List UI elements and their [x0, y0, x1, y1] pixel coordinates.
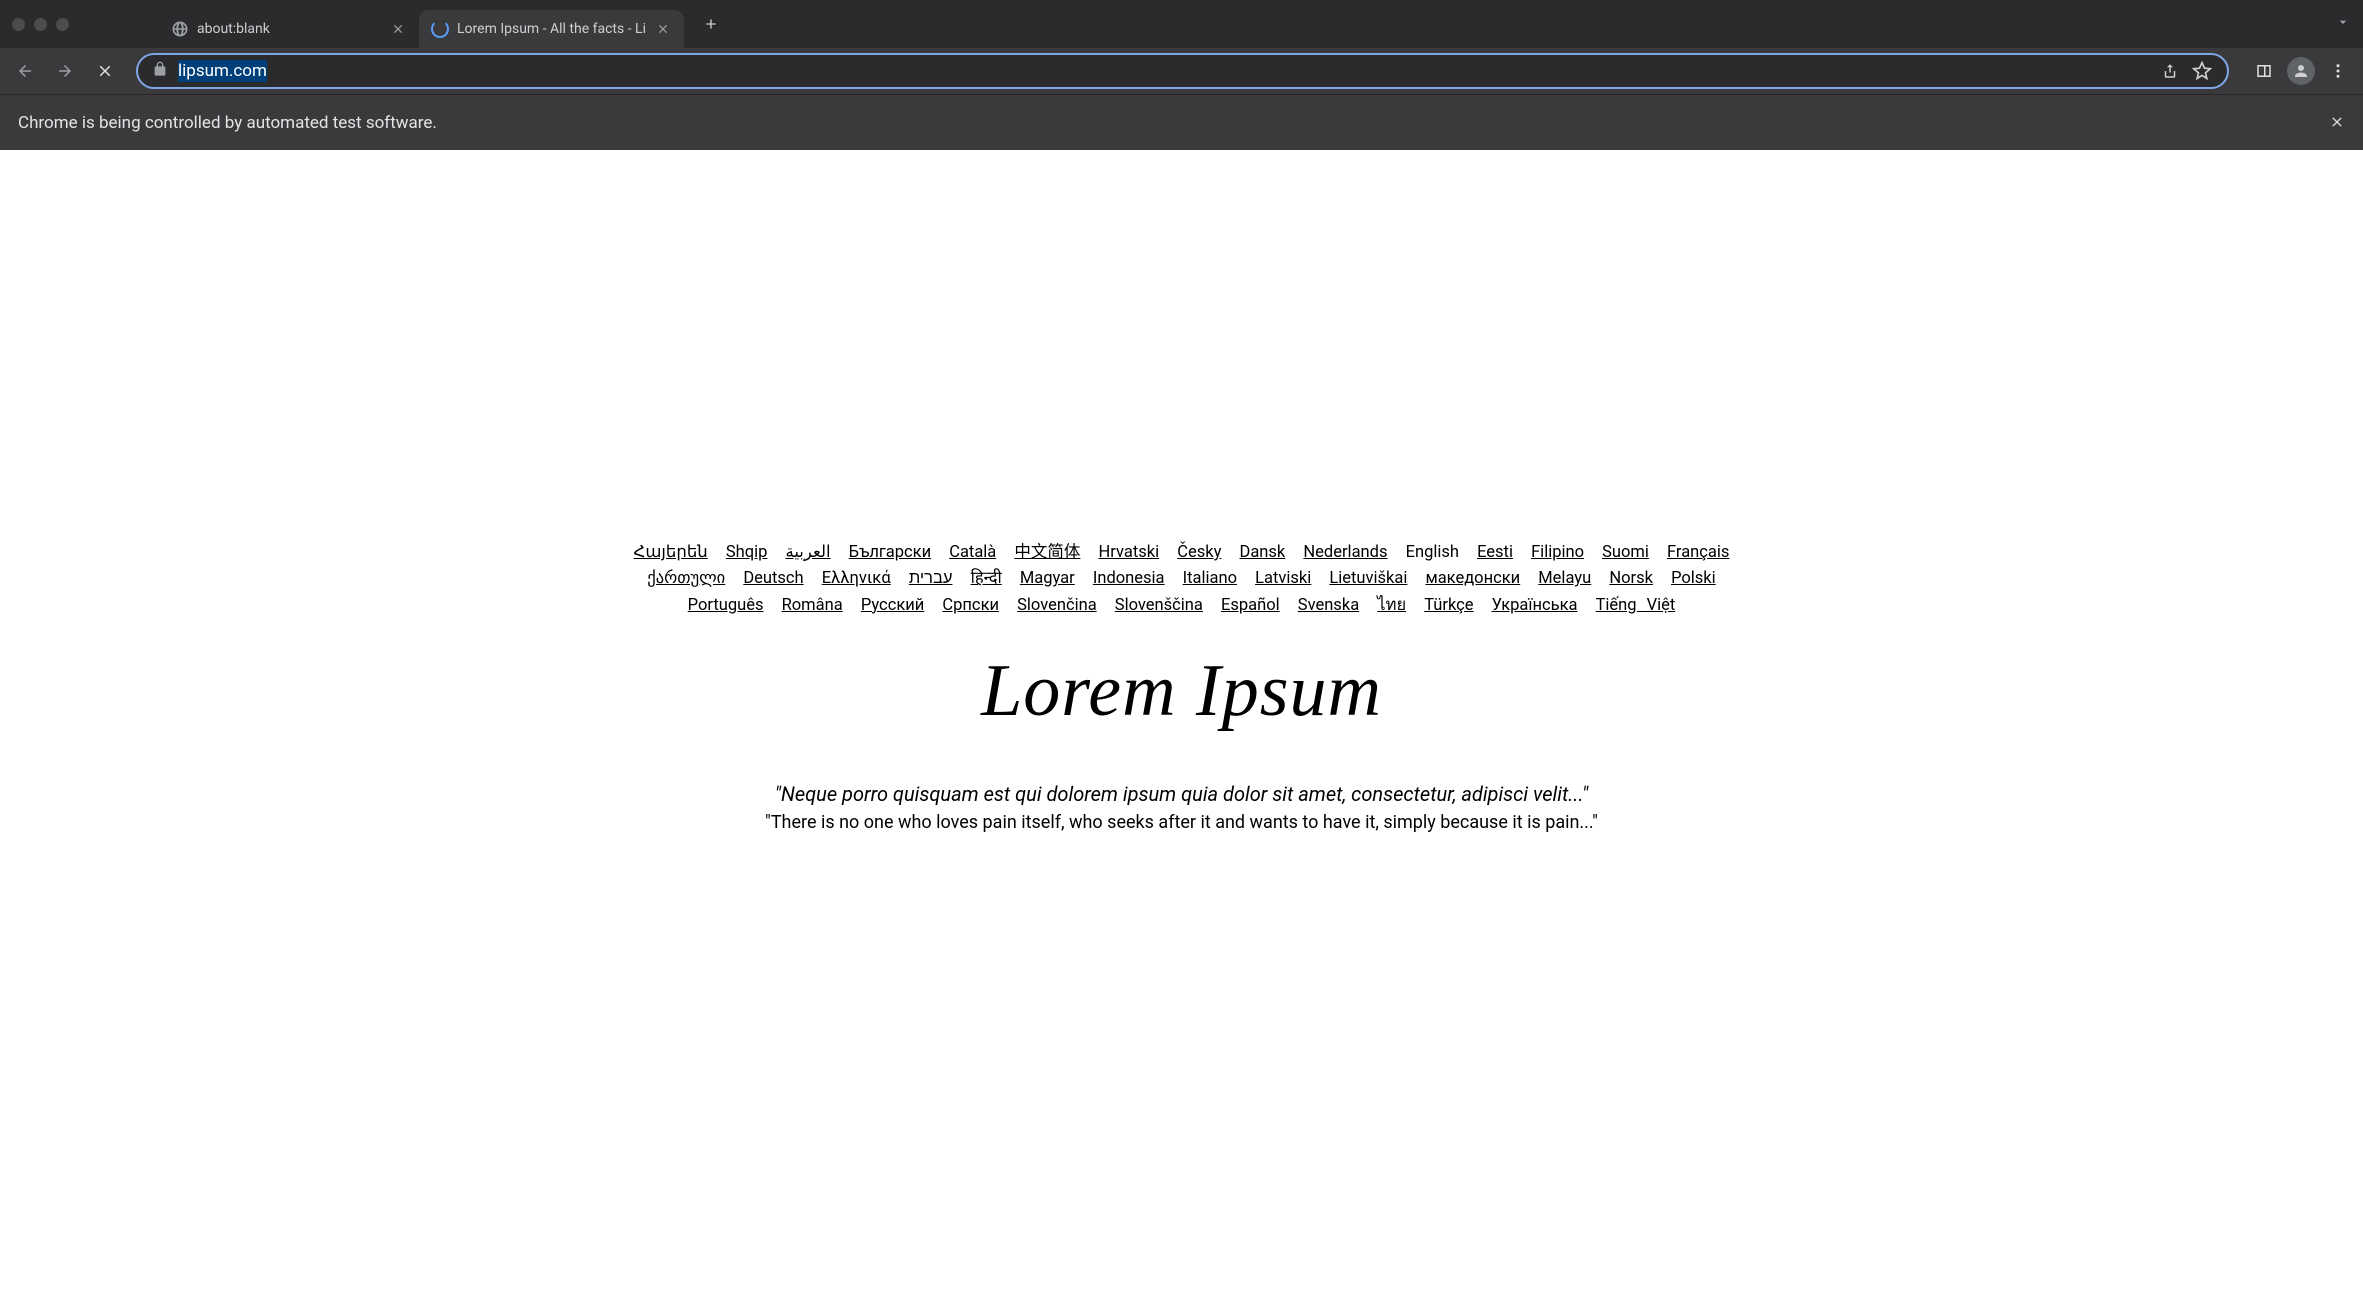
language-link[interactable]: Eesti: [1477, 543, 1513, 562]
language-link[interactable]: Magyar: [1020, 569, 1075, 588]
language-link[interactable]: Româna: [782, 596, 843, 615]
language-link[interactable]: Polski: [1671, 569, 1716, 588]
profile-button[interactable]: [2287, 57, 2315, 85]
lock-icon[interactable]: [152, 61, 168, 81]
language-link[interactable]: Latviski: [1255, 569, 1311, 588]
tab-title: Lorem Ipsum - All the facts - Li: [457, 21, 646, 37]
quote-english: "There is no one who loves pain itself, …: [582, 812, 1782, 833]
language-link[interactable]: Česky: [1177, 543, 1221, 562]
new-tab-button[interactable]: [696, 9, 726, 39]
language-link[interactable]: Norsk: [1609, 569, 1653, 588]
toolbar: lipsum.com: [0, 48, 2363, 94]
page-title: Lorem Ipsum: [582, 649, 1782, 734]
language-link[interactable]: Deutsch: [743, 569, 803, 588]
language-list: Հայերեն Shqip العربية Български Català 中…: [582, 540, 1782, 619]
tab-overflow-button[interactable]: [2329, 8, 2357, 40]
tab-title: about:blank: [197, 21, 381, 37]
tab-lorem-ipsum[interactable]: Lorem Ipsum - All the facts - Li: [419, 10, 684, 48]
language-link[interactable]: Español: [1221, 596, 1280, 615]
bookmark-star-icon[interactable]: [2191, 61, 2213, 81]
language-link[interactable]: Suomi: [1602, 543, 1649, 562]
language-link[interactable]: Slovenčina: [1017, 596, 1097, 615]
close-icon[interactable]: [654, 20, 672, 38]
forward-button[interactable]: [48, 54, 82, 88]
language-link[interactable]: Українська: [1492, 596, 1578, 615]
language-link[interactable]: Filipino: [1531, 543, 1584, 562]
close-icon[interactable]: [2329, 111, 2345, 135]
toolbar-right: [2247, 54, 2355, 88]
stop-reload-button[interactable]: [88, 54, 122, 88]
loading-spinner-icon: [431, 20, 449, 38]
language-link[interactable]: Türkçe: [1424, 596, 1473, 615]
language-link[interactable]: Português: [688, 596, 764, 615]
language-link[interactable]: Français: [1667, 543, 1729, 562]
language-link[interactable]: ไทย: [1377, 596, 1406, 615]
language-link[interactable]: Català: [949, 543, 996, 562]
language-link[interactable]: Tiếng Việt: [1596, 596, 1676, 615]
quote-latin: "Neque porro quisquam est qui dolorem ip…: [582, 782, 1782, 806]
back-button[interactable]: [8, 54, 42, 88]
language-link[interactable]: עברית: [909, 569, 953, 588]
language-link[interactable]: Српски: [942, 596, 999, 615]
globe-icon: [171, 20, 189, 38]
language-link[interactable]: Shqip: [726, 543, 768, 562]
language-link[interactable]: Hrvatski: [1098, 543, 1159, 562]
tab-about-blank[interactable]: about:blank: [159, 10, 419, 48]
address-bar-container: lipsum.com: [136, 53, 2229, 89]
window-close-button[interactable]: [12, 18, 25, 31]
language-link[interactable]: Svenska: [1298, 596, 1359, 615]
language-link[interactable]: Indonesia: [1093, 569, 1165, 588]
automation-info-bar: Chrome is being controlled by automated …: [0, 94, 2363, 150]
language-link[interactable]: Slovenščina: [1115, 596, 1203, 615]
url-text[interactable]: lipsum.com: [178, 61, 2149, 81]
language-link[interactable]: македонски: [1425, 569, 1520, 588]
side-panel-button[interactable]: [2247, 54, 2281, 88]
language-link[interactable]: Հայերեն: [634, 543, 708, 562]
language-link[interactable]: Lietuviškai: [1329, 569, 1407, 588]
titlebar: about:blank Lorem Ipsum - All the facts …: [0, 0, 2363, 48]
language-link[interactable]: Italiano: [1183, 569, 1237, 588]
language-link[interactable]: العربية: [785, 543, 830, 562]
chrome-menu-button[interactable]: [2321, 54, 2355, 88]
tab-strip: about:blank Lorem Ipsum - All the facts …: [159, 0, 2363, 48]
language-link[interactable]: Dansk: [1240, 543, 1286, 562]
share-icon[interactable]: [2159, 62, 2181, 80]
window-zoom-button[interactable]: [56, 18, 69, 31]
language-link[interactable]: Русский: [861, 596, 924, 615]
page-viewport[interactable]: Հայերեն Shqip العربية Български Català 中…: [0, 150, 2363, 1308]
page-content: Հայերեն Shqip العربية Български Català 中…: [582, 150, 1782, 833]
language-link[interactable]: 中文简体: [1014, 543, 1080, 562]
language-link[interactable]: Nederlands: [1303, 543, 1387, 562]
window-minimize-button[interactable]: [34, 18, 47, 31]
language-link[interactable]: ქართული: [647, 569, 725, 588]
info-bar-text: Chrome is being controlled by automated …: [18, 113, 437, 133]
close-icon[interactable]: [389, 20, 407, 38]
language-link[interactable]: Ελληνικά: [822, 569, 891, 588]
language-link[interactable]: Melayu: [1538, 569, 1591, 588]
window-controls: [12, 18, 69, 31]
address-bar[interactable]: lipsum.com: [136, 53, 2229, 89]
language-link[interactable]: हिन्दी: [971, 569, 1002, 588]
language-current: English: [1406, 543, 1459, 562]
language-link[interactable]: Български: [849, 543, 931, 562]
